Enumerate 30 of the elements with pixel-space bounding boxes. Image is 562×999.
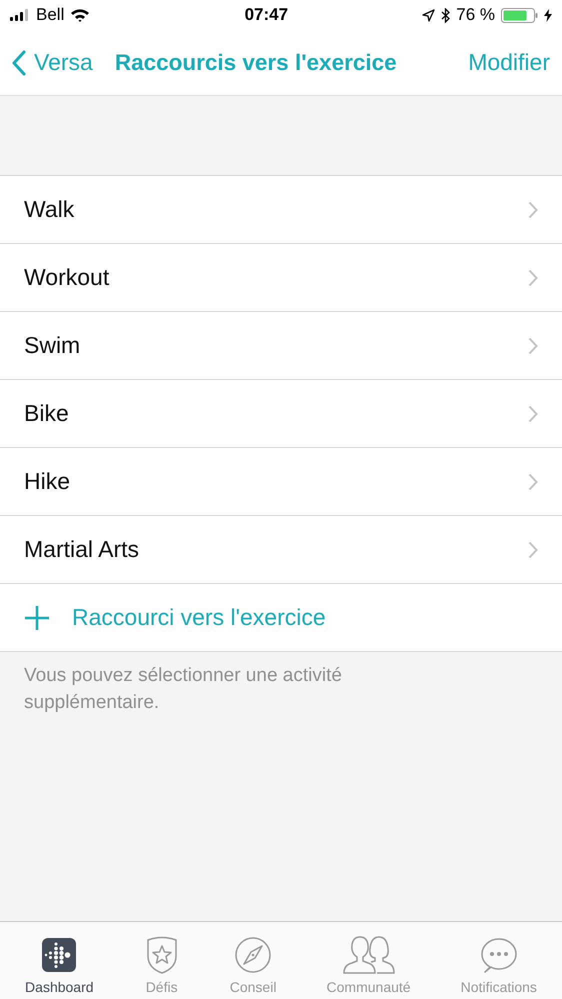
wifi-icon [70,8,90,22]
battery-percent: 76 % [456,5,495,25]
chevron-icon [528,540,538,558]
plus-icon [24,604,50,630]
exercise-row[interactable]: Walk [0,176,562,244]
hint-text: Vous pouvez sélectionner une activité supplémentaire. [23,664,343,715]
carrier-name: Bell [36,5,64,25]
chat-bubble-icon [480,936,518,974]
back-chevron-icon [12,50,26,76]
bluetooth-icon [441,8,450,22]
tracker-logo-icon [42,938,76,972]
tab[interactable]: Dashboard [25,935,94,995]
clock-time: 07:47 [244,5,288,25]
chevron-icon [528,336,538,354]
charging-icon [544,8,552,22]
battery-icon [501,8,538,22]
chevron-icon [528,200,538,218]
screen-title: Raccourcis vers l'exercice [114,50,398,76]
people-icon [342,936,396,974]
compass-icon [234,936,272,974]
exercise-row[interactable]: Martial Arts [0,516,562,584]
chevron-icon [528,268,538,286]
exercise-row[interactable]: Swim [0,312,562,380]
chevron-icon [528,472,538,490]
signal-icon [10,9,30,21]
exercise-row[interactable]: Hike [0,448,562,516]
exercise-row[interactable]: Bike [0,380,562,448]
chevron-icon [528,404,538,422]
location-icon [422,8,436,22]
exercise-row[interactable]: Workout [0,244,562,312]
